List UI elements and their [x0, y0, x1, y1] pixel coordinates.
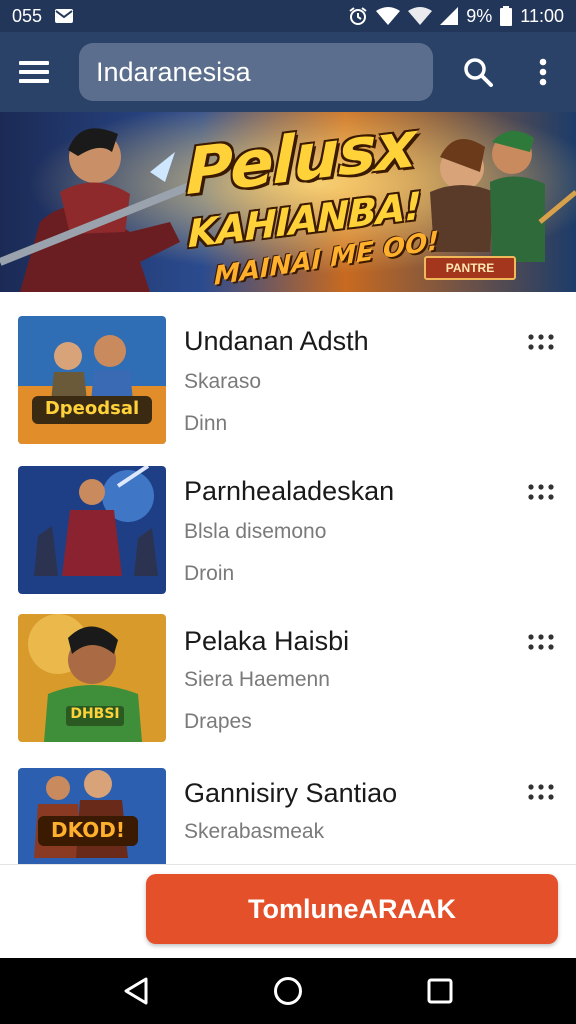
menu-icon [19, 61, 49, 83]
game-thumbnail [18, 466, 166, 594]
game-title: Parnhealadeskan [184, 476, 395, 506]
list-item[interactable]: Parnhealadeskan Blsla disemono Droin [0, 442, 576, 594]
signal-icon [440, 7, 459, 25]
back-button[interactable] [106, 961, 166, 1021]
system-nav-bar [0, 958, 576, 1024]
alarm-icon [348, 6, 368, 26]
battery-icon [500, 6, 513, 26]
recents-icon [427, 978, 453, 1004]
item-menu-button[interactable] [520, 626, 562, 658]
game-thumbnail: DKOD! [18, 768, 166, 864]
grip-dots-icon [528, 484, 554, 500]
status-time: 055 [12, 5, 43, 26]
game-list: Dpeodsal Undanan Adsth Skarasо Dinn Parn… [0, 292, 576, 864]
item-menu-button[interactable] [520, 476, 562, 508]
status-bar: 055 9% 11:00 [0, 0, 576, 32]
item-menu-button[interactable] [520, 776, 562, 808]
primary-cta-button[interactable]: TomluneARAAK [146, 874, 558, 944]
search-input-value: Indaranesisa [96, 56, 251, 87]
search-button[interactable] [433, 32, 523, 112]
game-subtitle: Blsla disemono [184, 520, 327, 543]
list-item[interactable]: DHBSI Pelaka Haisbi Siera Haemenn Drapes [0, 592, 576, 742]
wifi-icon [376, 7, 401, 25]
game-title: Pelaka Haisbi [184, 626, 350, 656]
thumbnail-label: Dpeodsal [44, 398, 140, 419]
game-thumbnail: Dpeodsal [18, 316, 166, 444]
app-bar: Indaranesisa [0, 32, 576, 112]
grip-dots-icon [528, 634, 554, 650]
grip-dots-icon [528, 784, 554, 800]
home-icon [274, 977, 302, 1005]
game-subtitle: Siera Haemenn [184, 668, 330, 691]
search-icon [464, 58, 493, 87]
battery-percent: 9% [466, 5, 493, 26]
game-meta: Droin [184, 562, 235, 585]
game-meta: Dinn [184, 412, 228, 435]
game-subtitle: Skarasо [184, 370, 262, 393]
menu-button[interactable] [0, 32, 68, 112]
list-item[interactable]: Dpeodsal Undanan Adsth Skarasо Dinn [0, 292, 576, 444]
grip-dots-icon [528, 334, 554, 350]
wifi-icon-2 [408, 7, 433, 25]
game-meta: Drapes [184, 710, 252, 733]
banner-badge: PANTRE [424, 256, 516, 280]
home-button[interactable] [258, 961, 318, 1021]
recents-button[interactable] [410, 961, 470, 1021]
mail-icon [54, 8, 74, 24]
back-icon [124, 977, 148, 1005]
search-input[interactable]: Indaranesisa [79, 43, 433, 101]
status-clock: 11:00 [520, 5, 564, 26]
thumbnail-label: DHBSI [70, 706, 120, 722]
item-menu-button[interactable] [520, 326, 562, 358]
game-subtitle: Skerabasmeak [184, 820, 325, 843]
game-title: Gannisiry Santiao [184, 778, 398, 808]
thumbnail-label: DKOD! [51, 818, 125, 842]
more-vert-icon [539, 58, 547, 86]
more-options-button[interactable] [523, 32, 563, 112]
game-thumbnail: DHBSI [18, 614, 166, 742]
promo-banner[interactable]: Pelusx KAHIANBA! MAINAI ME OO! PANTRE [0, 112, 576, 292]
game-title: Undanan Adsth [184, 326, 369, 356]
list-item[interactable]: DKOD! Gannisiry Santiao Skerabasmeak [0, 742, 576, 864]
cta-bar: TomluneARAAK [0, 864, 576, 958]
